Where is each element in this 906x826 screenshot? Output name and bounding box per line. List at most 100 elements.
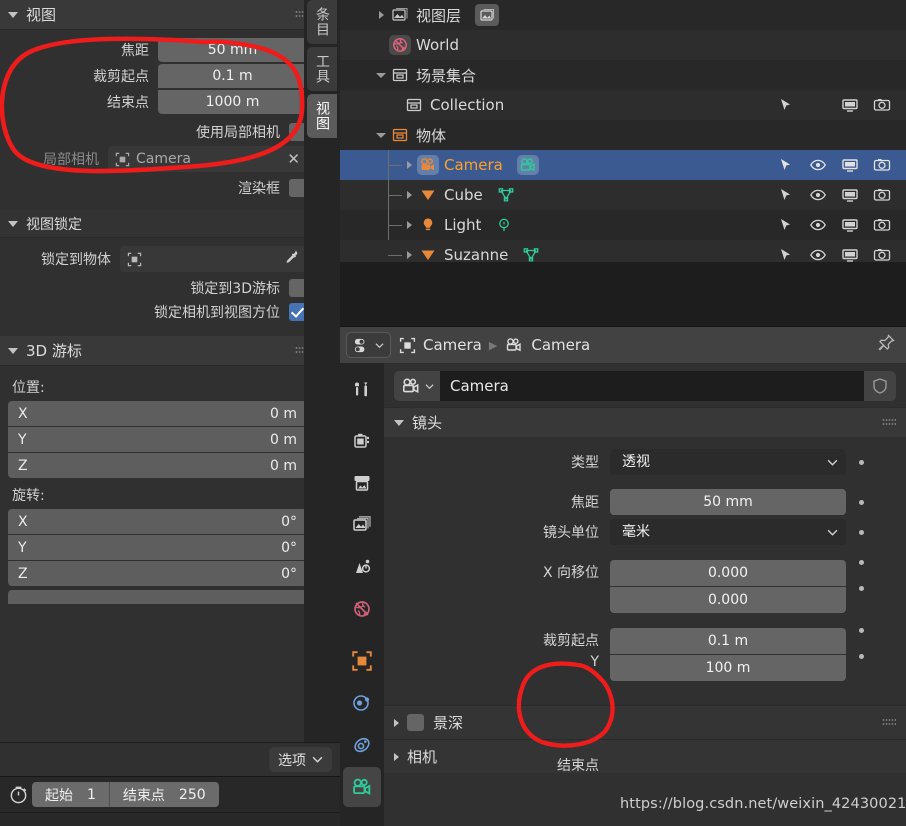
render-visibility-icon[interactable] bbox=[866, 186, 898, 204]
input-shift-y[interactable]: 0.000 bbox=[610, 587, 846, 613]
tab-scene[interactable] bbox=[343, 547, 381, 587]
expand-arrow-icon[interactable] bbox=[402, 251, 416, 259]
eye-visibility-icon[interactable] bbox=[802, 186, 834, 204]
outliner-row-cube[interactable]: Cube bbox=[340, 180, 906, 210]
sidebar-tab-item[interactable]: 条目 bbox=[307, 0, 337, 44]
outliner-row-world[interactable]: World bbox=[340, 30, 906, 60]
collapse-arrow-icon[interactable] bbox=[374, 72, 388, 78]
animate-property-dot[interactable] bbox=[859, 654, 864, 659]
eye-visibility-icon[interactable] bbox=[802, 156, 834, 174]
screen-visibility-icon[interactable] bbox=[834, 156, 866, 174]
input-focal-length[interactable]: 50 mm bbox=[610, 489, 846, 515]
tab-object[interactable] bbox=[343, 641, 381, 681]
tab-render[interactable] bbox=[343, 421, 381, 461]
animate-property-dot[interactable] bbox=[859, 459, 864, 465]
drag-grip-icon[interactable] bbox=[882, 718, 896, 727]
eye-visibility-icon[interactable] bbox=[802, 246, 834, 262]
render-visibility-icon[interactable] bbox=[866, 156, 898, 174]
cursor-select-icon[interactable] bbox=[770, 186, 802, 204]
sidebar-tab-tool[interactable]: 工具 bbox=[307, 47, 337, 91]
mesh-data-icon[interactable] bbox=[522, 246, 540, 262]
panel-header-depth-of-field[interactable]: 景深 bbox=[384, 705, 906, 739]
input-focal-length[interactable]: 50 mm bbox=[158, 38, 307, 62]
expand-arrow-icon[interactable] bbox=[402, 191, 416, 199]
input-local-camera[interactable]: Camera ✕ bbox=[108, 146, 307, 172]
dropdown-lens-unit[interactable]: 毫米 bbox=[610, 519, 846, 545]
input-clip-start[interactable]: 0.1 m bbox=[610, 628, 846, 654]
screen-visibility-icon[interactable] bbox=[834, 96, 866, 114]
outliner-row-scene-collection[interactable]: 场景集合 bbox=[340, 60, 906, 90]
panel-header-view[interactable]: 视图 bbox=[0, 0, 319, 30]
expand-arrow-icon[interactable] bbox=[402, 161, 416, 169]
tab-camera-data[interactable] bbox=[343, 767, 381, 807]
input-cursor-rotation-y[interactable]: Y 0° bbox=[8, 535, 307, 560]
panel-header-lens[interactable]: 镜头 bbox=[384, 407, 906, 437]
camera-name-input[interactable]: Camera bbox=[440, 371, 864, 401]
input-cursor-location-x[interactable]: X 0 m bbox=[8, 401, 307, 426]
light-data-icon[interactable] bbox=[495, 216, 513, 234]
tab-output[interactable] bbox=[343, 463, 381, 503]
input-cursor-rotation-x[interactable]: X 0° bbox=[8, 509, 307, 534]
tab-physics[interactable] bbox=[343, 683, 381, 723]
animate-property-dot[interactable] bbox=[859, 560, 864, 565]
expand-arrow-icon[interactable] bbox=[402, 221, 416, 229]
screen-visibility-icon[interactable] bbox=[834, 246, 866, 262]
collapse-arrow-icon[interactable] bbox=[374, 132, 388, 138]
animate-property-dot[interactable] bbox=[859, 529, 864, 535]
tab-tool[interactable] bbox=[343, 369, 381, 409]
animate-property-dot[interactable] bbox=[859, 628, 864, 633]
camera-data-icon[interactable] bbox=[516, 155, 539, 175]
outliner-row-suzanne[interactable]: Suzanne bbox=[340, 240, 906, 262]
outliner-row-light[interactable]: Light bbox=[340, 210, 906, 240]
checkbox-depth-of-field[interactable] bbox=[407, 714, 424, 731]
breadcrumb-data[interactable]: Camera bbox=[531, 336, 590, 354]
input-shift-x[interactable]: 0.000 bbox=[610, 560, 846, 586]
cursor-select-icon[interactable] bbox=[770, 246, 802, 262]
browse-camera-data-button[interactable] bbox=[394, 371, 440, 401]
frame-start-field[interactable]: 起始 1 bbox=[32, 782, 109, 807]
input-clip-end[interactable]: 1000 m bbox=[158, 90, 307, 114]
fake-user-shield-icon[interactable] bbox=[864, 371, 896, 401]
tab-world[interactable] bbox=[343, 589, 381, 629]
mesh-data-icon[interactable] bbox=[497, 186, 515, 204]
cursor-select-icon[interactable] bbox=[770, 96, 802, 114]
timeline-ruler[interactable] bbox=[0, 812, 340, 826]
input-clip-start[interactable]: 0.1 m bbox=[158, 64, 307, 88]
input-cursor-location-y[interactable]: Y 0 m bbox=[8, 427, 307, 452]
input-cursor-location-z[interactable]: Z 0 m bbox=[8, 453, 307, 478]
cursor-select-icon[interactable] bbox=[770, 156, 802, 174]
animate-property-dot[interactable] bbox=[859, 499, 864, 505]
dropdown-camera-type[interactable]: 透视 bbox=[610, 449, 846, 475]
drag-grip-icon[interactable] bbox=[882, 418, 896, 427]
frame-end-field[interactable]: 结束点 250 bbox=[108, 782, 219, 807]
input-cursor-rotation-z[interactable]: Z 0° bbox=[8, 561, 307, 586]
input-lock-to-object[interactable] bbox=[120, 246, 307, 272]
panel-header-3d-cursor[interactable]: 3D 游标 bbox=[0, 336, 319, 366]
render-visibility-icon[interactable] bbox=[866, 96, 898, 114]
eyedropper-icon[interactable] bbox=[283, 249, 300, 270]
render-visibility-icon[interactable] bbox=[866, 216, 898, 234]
outliner-row-camera[interactable]: Camera bbox=[340, 150, 906, 180]
screen-visibility-icon[interactable] bbox=[834, 186, 866, 204]
expand-arrow-icon[interactable] bbox=[374, 11, 388, 19]
screen-visibility-icon[interactable] bbox=[834, 216, 866, 234]
animate-property-dot[interactable] bbox=[859, 586, 864, 591]
tab-view-layer[interactable] bbox=[343, 505, 381, 545]
tab-constraints[interactable] bbox=[343, 725, 381, 765]
render-visibility-icon[interactable] bbox=[866, 246, 898, 262]
clear-local-camera-button[interactable]: ✕ bbox=[287, 150, 300, 168]
input-clip-end[interactable]: 100 m bbox=[610, 655, 846, 681]
sidebar-tab-view[interactable]: 视图 bbox=[307, 94, 337, 138]
outliner-row-view-layer[interactable]: 视图层 bbox=[340, 0, 906, 30]
breadcrumb-object[interactable]: Camera bbox=[423, 336, 482, 354]
panel-header-view-lock[interactable]: 视图锁定 bbox=[0, 210, 319, 238]
outliner-row-objects-group[interactable]: 物体 bbox=[340, 120, 906, 150]
outliner-row-collection[interactable]: Collection bbox=[340, 90, 906, 120]
viewlayer-data-icon[interactable] bbox=[475, 4, 500, 26]
editor-type-button[interactable] bbox=[346, 332, 391, 358]
eye-visibility-icon[interactable] bbox=[802, 216, 834, 234]
options-dropdown-button[interactable]: 选项 bbox=[269, 747, 332, 772]
frame-start-label: 起始 bbox=[45, 787, 73, 804]
pin-icon[interactable] bbox=[876, 333, 896, 357]
cursor-select-icon[interactable] bbox=[770, 216, 802, 234]
